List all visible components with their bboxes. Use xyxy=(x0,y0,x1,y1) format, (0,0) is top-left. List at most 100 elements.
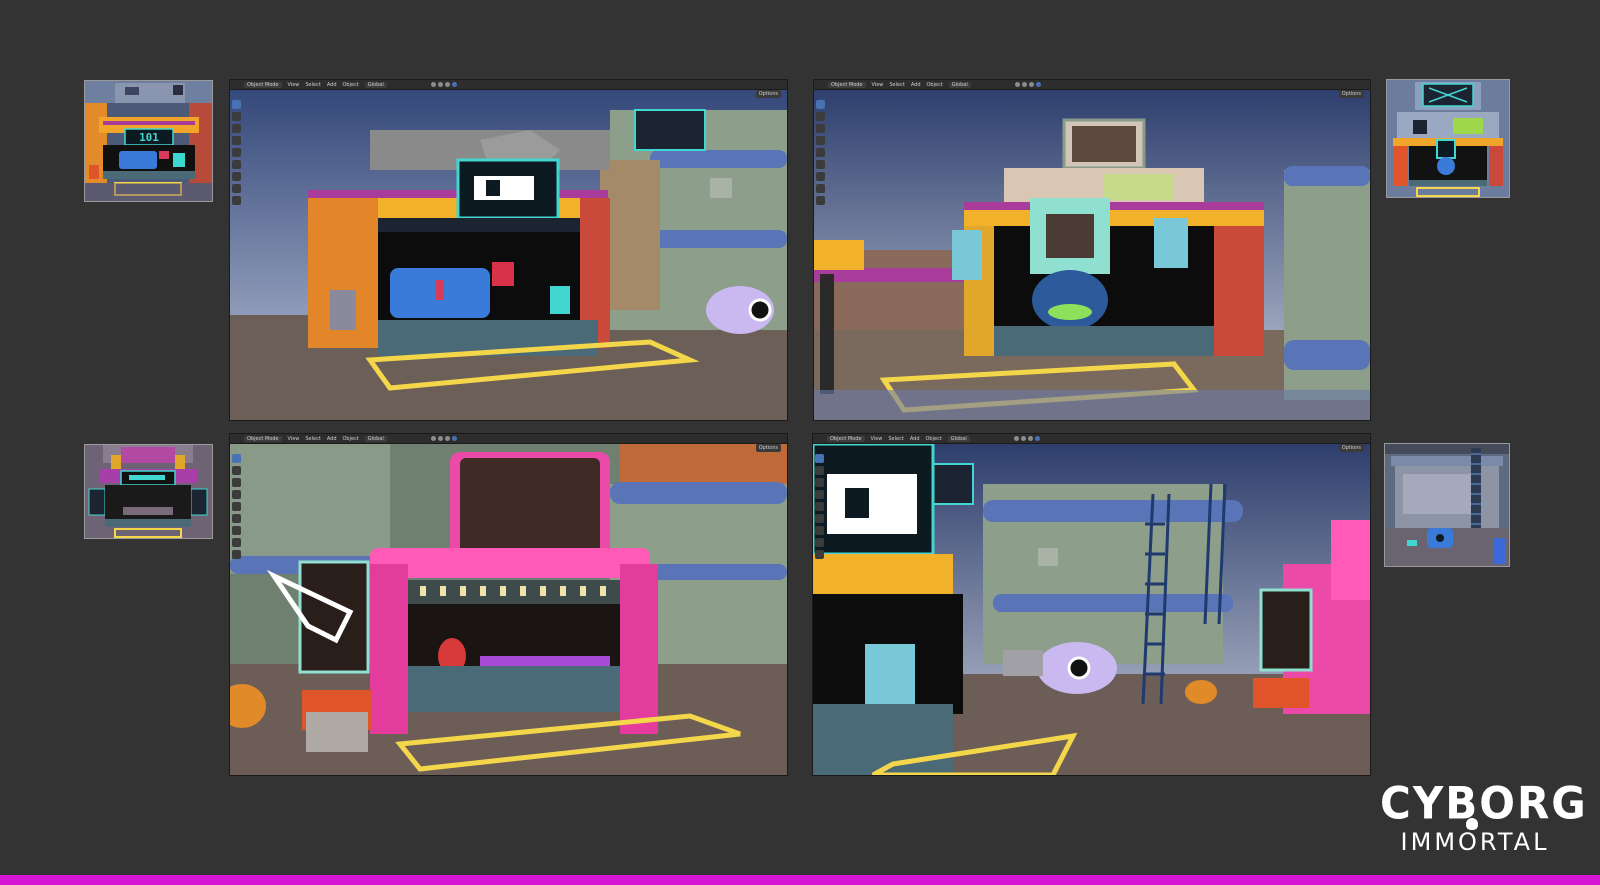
menu-select[interactable]: Select xyxy=(305,436,320,442)
wireframe-shading-icon[interactable] xyxy=(430,436,436,441)
cursor-tool-icon[interactable] xyxy=(815,466,824,475)
rendered-shading-icon[interactable] xyxy=(451,436,457,441)
transform-orientation-dropdown[interactable]: Global xyxy=(364,81,387,88)
shading-buttons[interactable] xyxy=(430,436,457,441)
transform-orientation-dropdown[interactable]: Global xyxy=(364,435,387,442)
measure-tool-icon[interactable] xyxy=(815,538,824,547)
viewport-shop-101[interactable]: Object Mode View Select Add Object Globa… xyxy=(229,79,788,421)
annotate-tool-icon[interactable] xyxy=(815,526,824,535)
rotate-tool-icon[interactable] xyxy=(816,136,825,145)
pixel-shop-chip-art xyxy=(1387,80,1509,197)
viewport-header: Object Mode View Select Add Object Globa… xyxy=(814,80,1370,90)
move-tool-icon[interactable] xyxy=(232,124,241,133)
toolbar xyxy=(232,454,241,559)
rendered-shading-icon[interactable] xyxy=(1035,82,1041,87)
material-shading-icon[interactable] xyxy=(1027,436,1033,441)
scale-tool-icon[interactable] xyxy=(816,148,825,157)
solid-shading-icon[interactable] xyxy=(437,436,443,441)
add-cube-tool-icon[interactable] xyxy=(816,196,825,205)
scale-tool-icon[interactable] xyxy=(232,502,241,511)
move-tool-icon[interactable] xyxy=(232,478,241,487)
options-button[interactable]: Options xyxy=(1338,444,1364,452)
render-street xyxy=(813,444,1370,775)
viewport-shop-gun[interactable]: Object Mode View Select Add Object Globa… xyxy=(229,433,788,776)
menu-view[interactable]: View xyxy=(288,436,300,442)
measure-tool-icon[interactable] xyxy=(232,184,241,193)
material-shading-icon[interactable] xyxy=(1028,82,1034,87)
shading-buttons[interactable] xyxy=(430,82,457,87)
annotate-tool-icon[interactable] xyxy=(816,172,825,181)
menu-object[interactable]: Object xyxy=(343,436,359,442)
scale-tool-icon[interactable] xyxy=(232,148,241,157)
menu-object[interactable]: Object xyxy=(343,82,359,88)
wireframe-shading-icon[interactable] xyxy=(1014,82,1020,87)
pixel-street-art xyxy=(1385,444,1509,566)
cursor-tool-icon[interactable] xyxy=(232,112,241,121)
object-mode-dropdown[interactable]: Object Mode xyxy=(244,81,282,88)
viewport-header: Object Mode View Select Add Object Globa… xyxy=(230,434,787,444)
scale-tool-icon[interactable] xyxy=(815,502,824,511)
select-tool-icon[interactable] xyxy=(232,100,241,109)
shading-buttons[interactable] xyxy=(1014,82,1041,87)
rotate-tool-icon[interactable] xyxy=(232,490,241,499)
menu-object[interactable]: Object xyxy=(927,82,943,88)
options-button[interactable]: Options xyxy=(755,90,781,98)
pixel-thumbnail-shop-gun xyxy=(84,444,213,539)
viewport-shop-chip[interactable]: Object Mode View Select Add Object Globa… xyxy=(813,79,1371,421)
solid-shading-icon[interactable] xyxy=(437,82,443,87)
transform-orientation-dropdown[interactable]: Global xyxy=(947,435,970,442)
transform-orientation-dropdown[interactable]: Global xyxy=(948,81,971,88)
viewport-street[interactable]: Object Mode View Select Add Object Globa… xyxy=(812,433,1371,776)
annotate-tool-icon[interactable] xyxy=(232,526,241,535)
transform-tool-icon[interactable] xyxy=(816,160,825,169)
rendered-shading-icon[interactable] xyxy=(451,82,457,87)
rotate-tool-icon[interactable] xyxy=(815,490,824,499)
object-mode-dropdown[interactable]: Object Mode xyxy=(827,435,865,442)
toolbar xyxy=(816,100,825,205)
solid-shading-icon[interactable] xyxy=(1020,436,1026,441)
menu-view[interactable]: View xyxy=(871,436,883,442)
menu-select[interactable]: Select xyxy=(888,436,903,442)
material-shading-icon[interactable] xyxy=(444,436,450,441)
menu-view[interactable]: View xyxy=(872,82,884,88)
menu-select[interactable]: Select xyxy=(889,82,904,88)
cursor-tool-icon[interactable] xyxy=(816,112,825,121)
menu-add[interactable]: Add xyxy=(327,82,337,88)
wireframe-shading-icon[interactable] xyxy=(430,82,436,87)
object-mode-dropdown[interactable]: Object Mode xyxy=(828,81,866,88)
transform-tool-icon[interactable] xyxy=(232,514,241,523)
object-mode-dropdown[interactable]: Object Mode xyxy=(244,435,282,442)
rendered-shading-icon[interactable] xyxy=(1034,436,1040,441)
menu-object[interactable]: Object xyxy=(926,436,942,442)
wireframe-shading-icon[interactable] xyxy=(1013,436,1019,441)
solid-shading-icon[interactable] xyxy=(1021,82,1027,87)
add-cube-tool-icon[interactable] xyxy=(815,550,824,559)
select-tool-icon[interactable] xyxy=(815,454,824,463)
move-tool-icon[interactable] xyxy=(816,124,825,133)
accent-bar xyxy=(0,875,1600,885)
add-cube-tool-icon[interactable] xyxy=(232,550,241,559)
annotate-tool-icon[interactable] xyxy=(232,172,241,181)
cursor-tool-icon[interactable] xyxy=(232,466,241,475)
options-button[interactable]: Options xyxy=(1338,90,1364,98)
rotate-tool-icon[interactable] xyxy=(232,136,241,145)
render-shop-gun xyxy=(230,444,787,775)
logo-title-bottom: IMMORTAL xyxy=(1400,828,1550,856)
select-tool-icon[interactable] xyxy=(816,100,825,109)
menu-view[interactable]: View xyxy=(288,82,300,88)
menu-select[interactable]: Select xyxy=(305,82,320,88)
shading-buttons[interactable] xyxy=(1013,436,1040,441)
material-shading-icon[interactable] xyxy=(444,82,450,87)
menu-add[interactable]: Add xyxy=(910,436,920,442)
add-cube-tool-icon[interactable] xyxy=(232,196,241,205)
pixel-shop-gun-art xyxy=(85,445,212,538)
measure-tool-icon[interactable] xyxy=(816,184,825,193)
transform-tool-icon[interactable] xyxy=(815,514,824,523)
move-tool-icon[interactable] xyxy=(815,478,824,487)
transform-tool-icon[interactable] xyxy=(232,160,241,169)
menu-add[interactable]: Add xyxy=(327,436,337,442)
select-tool-icon[interactable] xyxy=(232,454,241,463)
measure-tool-icon[interactable] xyxy=(232,538,241,547)
options-button[interactable]: Options xyxy=(755,444,781,452)
menu-add[interactable]: Add xyxy=(911,82,921,88)
